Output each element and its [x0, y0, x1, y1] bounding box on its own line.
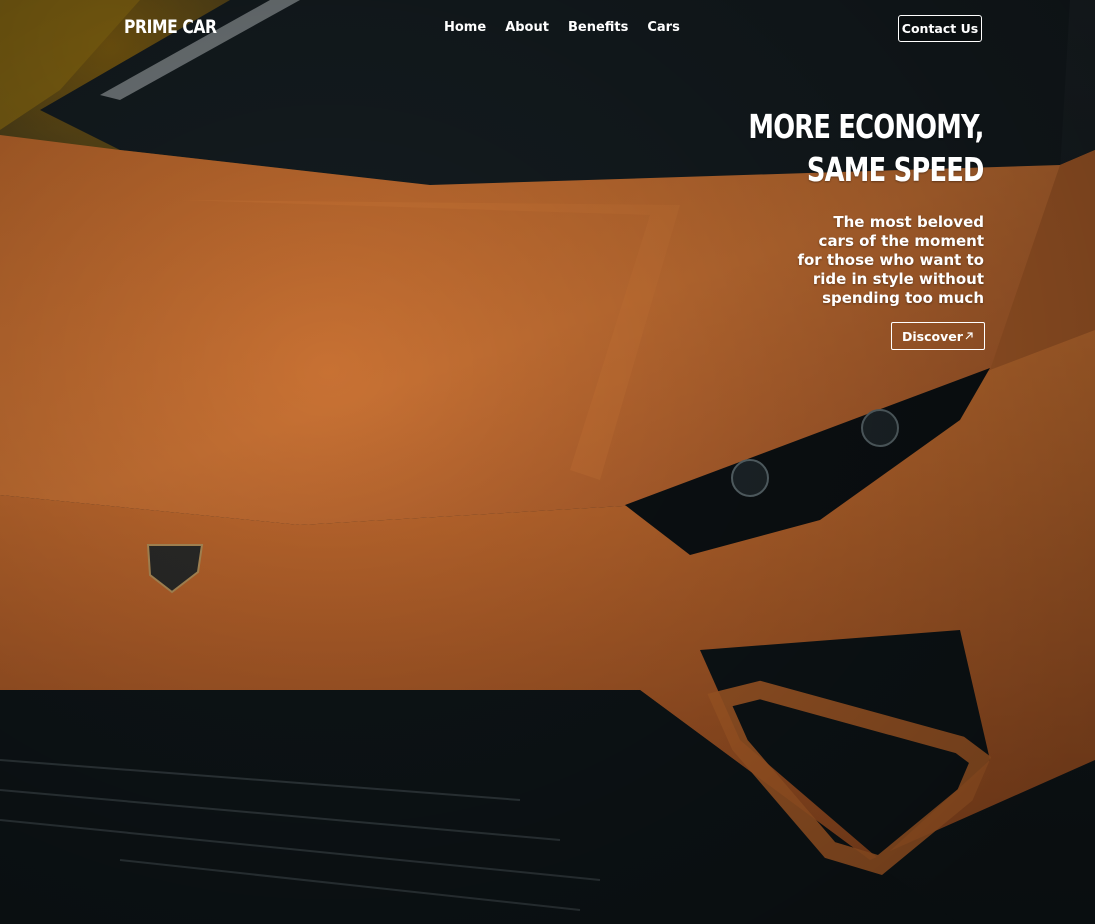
hero-subtext: The most beloved cars of the moment for … — [797, 213, 984, 307]
arrow-up-right-icon — [965, 332, 973, 340]
discover-button-label: Discover — [902, 328, 963, 344]
hero-section: PRIME CAR Home About Benefits Cars Conta… — [0, 0, 1095, 924]
nav-item-home[interactable]: Home — [444, 20, 486, 35]
hero-headline: MORE ECONOMY, SAME SPEED — [748, 105, 985, 191]
hero-headline-line-2: SAME SPEED — [807, 150, 985, 189]
hero-headline-line-1: MORE ECONOMY, — [748, 107, 985, 146]
discover-button[interactable]: Discover — [891, 322, 985, 350]
contact-us-button[interactable]: Contact Us — [898, 15, 982, 42]
main-nav: Home About Benefits Cars — [444, 20, 699, 35]
nav-item-benefits[interactable]: Benefits — [568, 20, 628, 35]
nav-item-about[interactable]: About — [505, 20, 549, 35]
brand-logo[interactable]: PRIME CAR — [124, 16, 217, 38]
nav-item-cars[interactable]: Cars — [647, 20, 679, 35]
